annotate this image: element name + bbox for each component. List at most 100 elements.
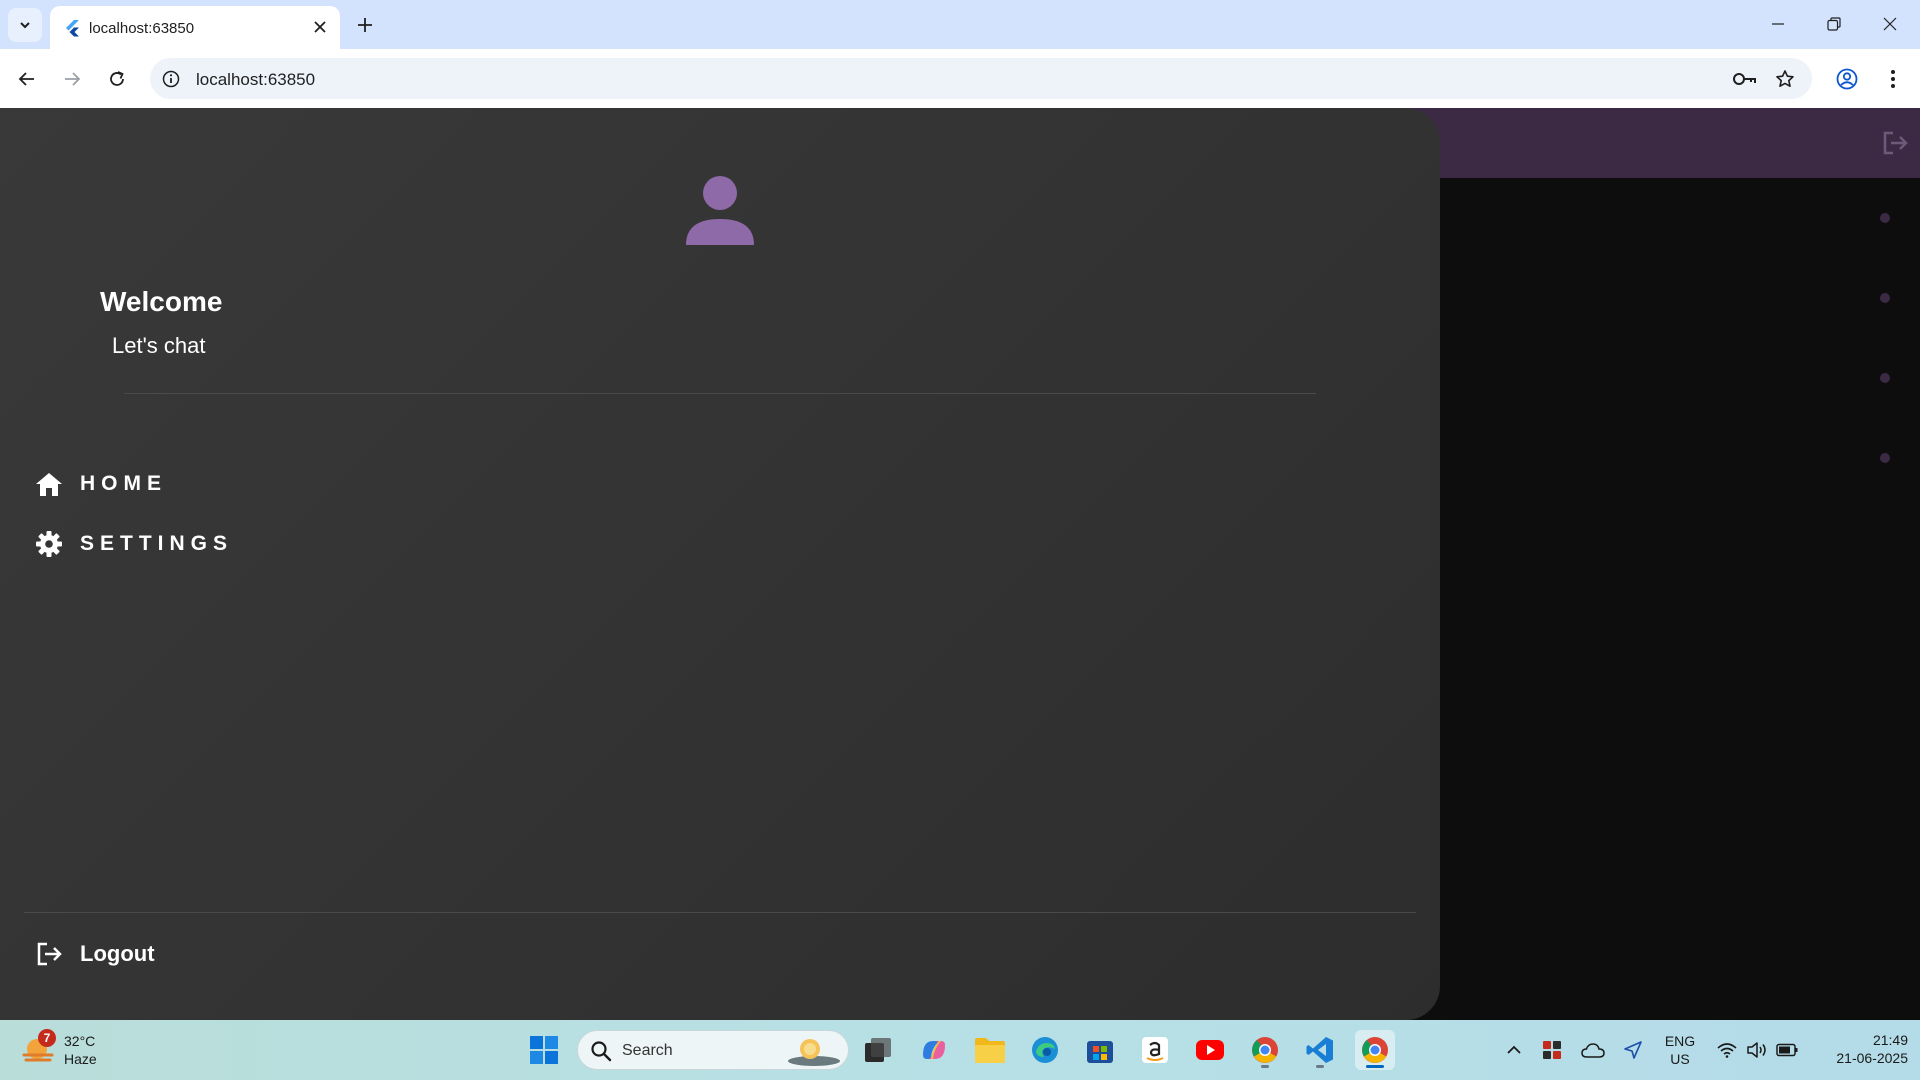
appbar-logout-button[interactable] — [1880, 128, 1910, 158]
volume-button[interactable] — [1744, 1034, 1770, 1066]
vscode-icon — [1306, 1037, 1333, 1063]
battery-icon — [1776, 1043, 1798, 1057]
file-explorer-button[interactable] — [970, 1030, 1010, 1070]
chrome-icon — [1252, 1037, 1278, 1063]
url-text: localhost:63850 — [196, 70, 316, 89]
tray-app-button[interactable] — [1538, 1034, 1566, 1066]
start-button[interactable] — [524, 1030, 564, 1070]
chrome-active-button[interactable] — [1355, 1030, 1395, 1070]
logout-button[interactable]: Logout — [34, 934, 155, 974]
arrow-left-icon — [18, 72, 34, 86]
weather-badge: 7 — [38, 1029, 56, 1047]
arrow-right-icon — [65, 72, 81, 86]
weather-widget[interactable]: 7 32°C Haze — [22, 1028, 97, 1072]
send-icon — [1624, 1041, 1642, 1059]
language-indicator[interactable]: ENG US — [1660, 1032, 1700, 1068]
vscode-button[interactable] — [1300, 1030, 1340, 1070]
wifi-icon — [1717, 1043, 1737, 1058]
forward-button[interactable] — [57, 64, 87, 94]
tab-strip: localhost:63850 — [0, 0, 1920, 49]
logout-icon — [1883, 131, 1908, 155]
taskbar-search[interactable]: Search — [577, 1030, 849, 1070]
list-dot — [1880, 373, 1890, 383]
folder-icon — [975, 1038, 1005, 1063]
tab-search-button[interactable] — [8, 8, 42, 42]
close-icon — [1883, 17, 1897, 31]
drawer-item-label: HOME — [80, 472, 167, 495]
navigation-drawer: Welcome Let's chat HOME SETTINGS Logout — [0, 108, 1440, 1020]
store-button[interactable] — [1080, 1030, 1120, 1070]
temperature: 32°C — [64, 1033, 96, 1049]
chevron-up-icon — [1507, 1045, 1521, 1054]
account-icon — [1836, 68, 1858, 90]
drawer-item-home[interactable]: HOME — [34, 464, 167, 504]
list-dot — [1880, 293, 1890, 303]
clock-date: 21-06-2025 — [1836, 1050, 1908, 1066]
windows-icon — [530, 1036, 558, 1064]
region-code: US — [1670, 1051, 1690, 1067]
show-hidden-icons-button[interactable] — [1502, 1034, 1526, 1066]
youtube-button[interactable] — [1190, 1030, 1230, 1070]
divider — [124, 393, 1316, 394]
profile-button[interactable] — [1832, 64, 1862, 94]
browser-toolbar: localhost:63850 — [0, 49, 1920, 108]
browser-menu-button[interactable] — [1878, 64, 1908, 94]
bookmark-star-icon[interactable] — [1772, 66, 1798, 92]
password-key-icon[interactable] — [1732, 66, 1758, 92]
clock-time: 21:49 — [1872, 1032, 1908, 1048]
running-indicator — [1316, 1065, 1324, 1068]
home-icon — [34, 469, 64, 499]
address-bar[interactable]: localhost:63850 — [150, 58, 1812, 99]
search-placeholder: Search — [622, 1042, 673, 1059]
plus-icon — [358, 18, 372, 32]
close-icon — [314, 21, 326, 33]
list-dot — [1880, 213, 1890, 223]
restore-button[interactable] — [1814, 8, 1854, 40]
new-tab-button[interactable] — [352, 12, 378, 38]
youtube-icon — [1196, 1040, 1224, 1060]
tab-title: localhost:63850 — [89, 20, 195, 37]
minimize-button[interactable] — [1758, 8, 1798, 40]
app-page: Welcome Let's chat HOME SETTINGS Logout — [0, 108, 1920, 1020]
store-icon — [1087, 1041, 1113, 1063]
minimize-icon — [1772, 23, 1784, 25]
amazon-icon — [1142, 1037, 1168, 1063]
restore-icon — [1827, 17, 1841, 31]
chevron-down-icon — [20, 22, 30, 29]
copilot-icon — [923, 1041, 945, 1059]
location-button[interactable] — [1618, 1034, 1648, 1066]
chrome-icon — [1362, 1037, 1388, 1063]
taskbar: 7 32°C Haze Search ENG US 21:49 21-06-20… — [0, 1020, 1920, 1080]
chrome-button[interactable] — [1245, 1030, 1285, 1070]
reload-button[interactable] — [102, 64, 132, 94]
site-info-icon[interactable] — [160, 68, 182, 90]
edge-button[interactable] — [1025, 1030, 1065, 1070]
browser-tab[interactable]: localhost:63850 — [50, 6, 340, 49]
search-icon — [591, 1041, 612, 1062]
active-indicator — [1366, 1065, 1384, 1068]
amazon-button[interactable] — [1135, 1030, 1175, 1070]
task-view-button[interactable] — [858, 1030, 898, 1070]
back-button[interactable] — [12, 64, 42, 94]
wifi-button[interactable] — [1714, 1034, 1740, 1066]
weather-condition: Haze — [64, 1051, 97, 1067]
welcome-subtitle: Let's chat — [112, 333, 206, 358]
onedrive-button[interactable] — [1578, 1034, 1608, 1066]
cloud-icon — [1581, 1043, 1605, 1058]
task-view-icon — [865, 1038, 891, 1062]
more-vertical-icon — [1891, 70, 1895, 88]
reload-icon — [110, 71, 124, 86]
drawer-item-settings[interactable]: SETTINGS — [34, 524, 233, 564]
logout-label: Logout — [80, 941, 155, 966]
edge-icon — [1032, 1037, 1058, 1063]
clock[interactable]: 21:49 21-06-2025 — [1812, 1031, 1908, 1067]
logout-icon — [34, 939, 64, 969]
flutter-icon — [66, 20, 79, 37]
volume-icon — [1747, 1042, 1766, 1058]
weather-haze-icon: 7 — [22, 1029, 56, 1067]
copilot-button[interactable] — [914, 1030, 954, 1070]
tab-close-button[interactable] — [310, 17, 330, 37]
search-highlight-icon — [788, 1039, 840, 1066]
close-window-button[interactable] — [1870, 8, 1910, 40]
battery-button[interactable] — [1774, 1034, 1800, 1066]
